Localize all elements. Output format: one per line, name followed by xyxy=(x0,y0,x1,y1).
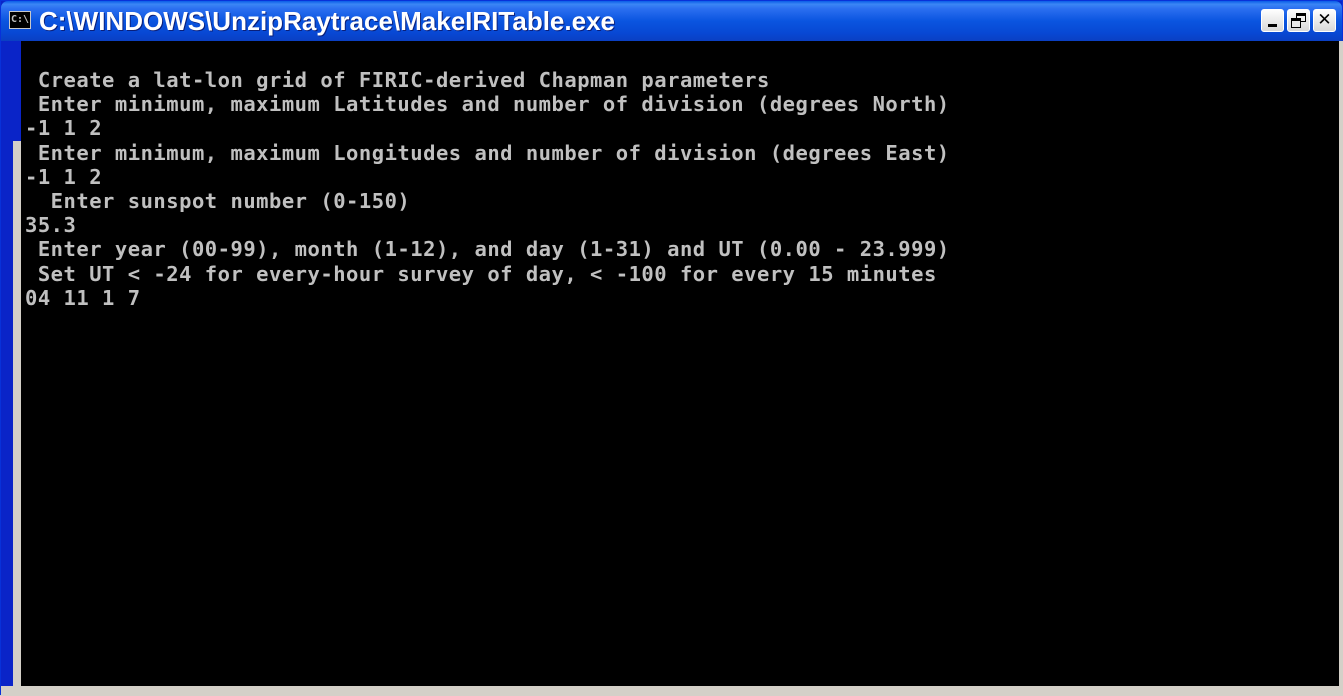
console-line: 04 11 1 7 xyxy=(25,285,141,310)
window-left-frame xyxy=(1,41,21,696)
console-line: Set UT < -24 for every-hour survey of da… xyxy=(25,261,937,286)
window-left-frame-inner xyxy=(13,141,21,696)
maximize-button[interactable] xyxy=(1287,9,1310,32)
window-title: C:\WINDOWS\UnzipRaytrace\MakeIRITable.ex… xyxy=(39,6,615,36)
console-text[interactable]: Create a lat-lon grid of FIRIC-derived C… xyxy=(25,68,1337,310)
console-line: 35.3 xyxy=(25,213,77,238)
window-right-frame xyxy=(1339,41,1343,696)
console-line: Create a lat-lon grid of FIRIC-derived C… xyxy=(25,68,770,92)
console-line: -1 1 2 xyxy=(25,164,103,189)
console-line: Enter minimum, maximum Latitudes and num… xyxy=(25,92,950,117)
close-icon: ✕ xyxy=(1317,10,1332,30)
console-line: Enter minimum, maximum Longitudes and nu… xyxy=(25,140,950,165)
minimize-button[interactable] xyxy=(1261,9,1284,32)
console-line: Enter year (00-99), month (1-12), and da… xyxy=(25,237,950,262)
console-top-strip xyxy=(21,41,1341,69)
restore-icon-front xyxy=(1291,18,1301,28)
console-app-icon[interactable]: C:\ xyxy=(9,11,31,29)
minimize-icon xyxy=(1268,24,1277,27)
console-line: Enter sunspot number (0-150) xyxy=(25,188,411,213)
console-window: C:\ C:\WINDOWS\UnzipRaytrace\MakeIRITabl… xyxy=(0,0,1343,696)
console-line: -1 1 2 xyxy=(25,116,103,141)
close-button[interactable]: ✕ xyxy=(1313,9,1336,32)
title-bar[interactable]: C:\ C:\WINDOWS\UnzipRaytrace\MakeIRITabl… xyxy=(1,1,1342,41)
